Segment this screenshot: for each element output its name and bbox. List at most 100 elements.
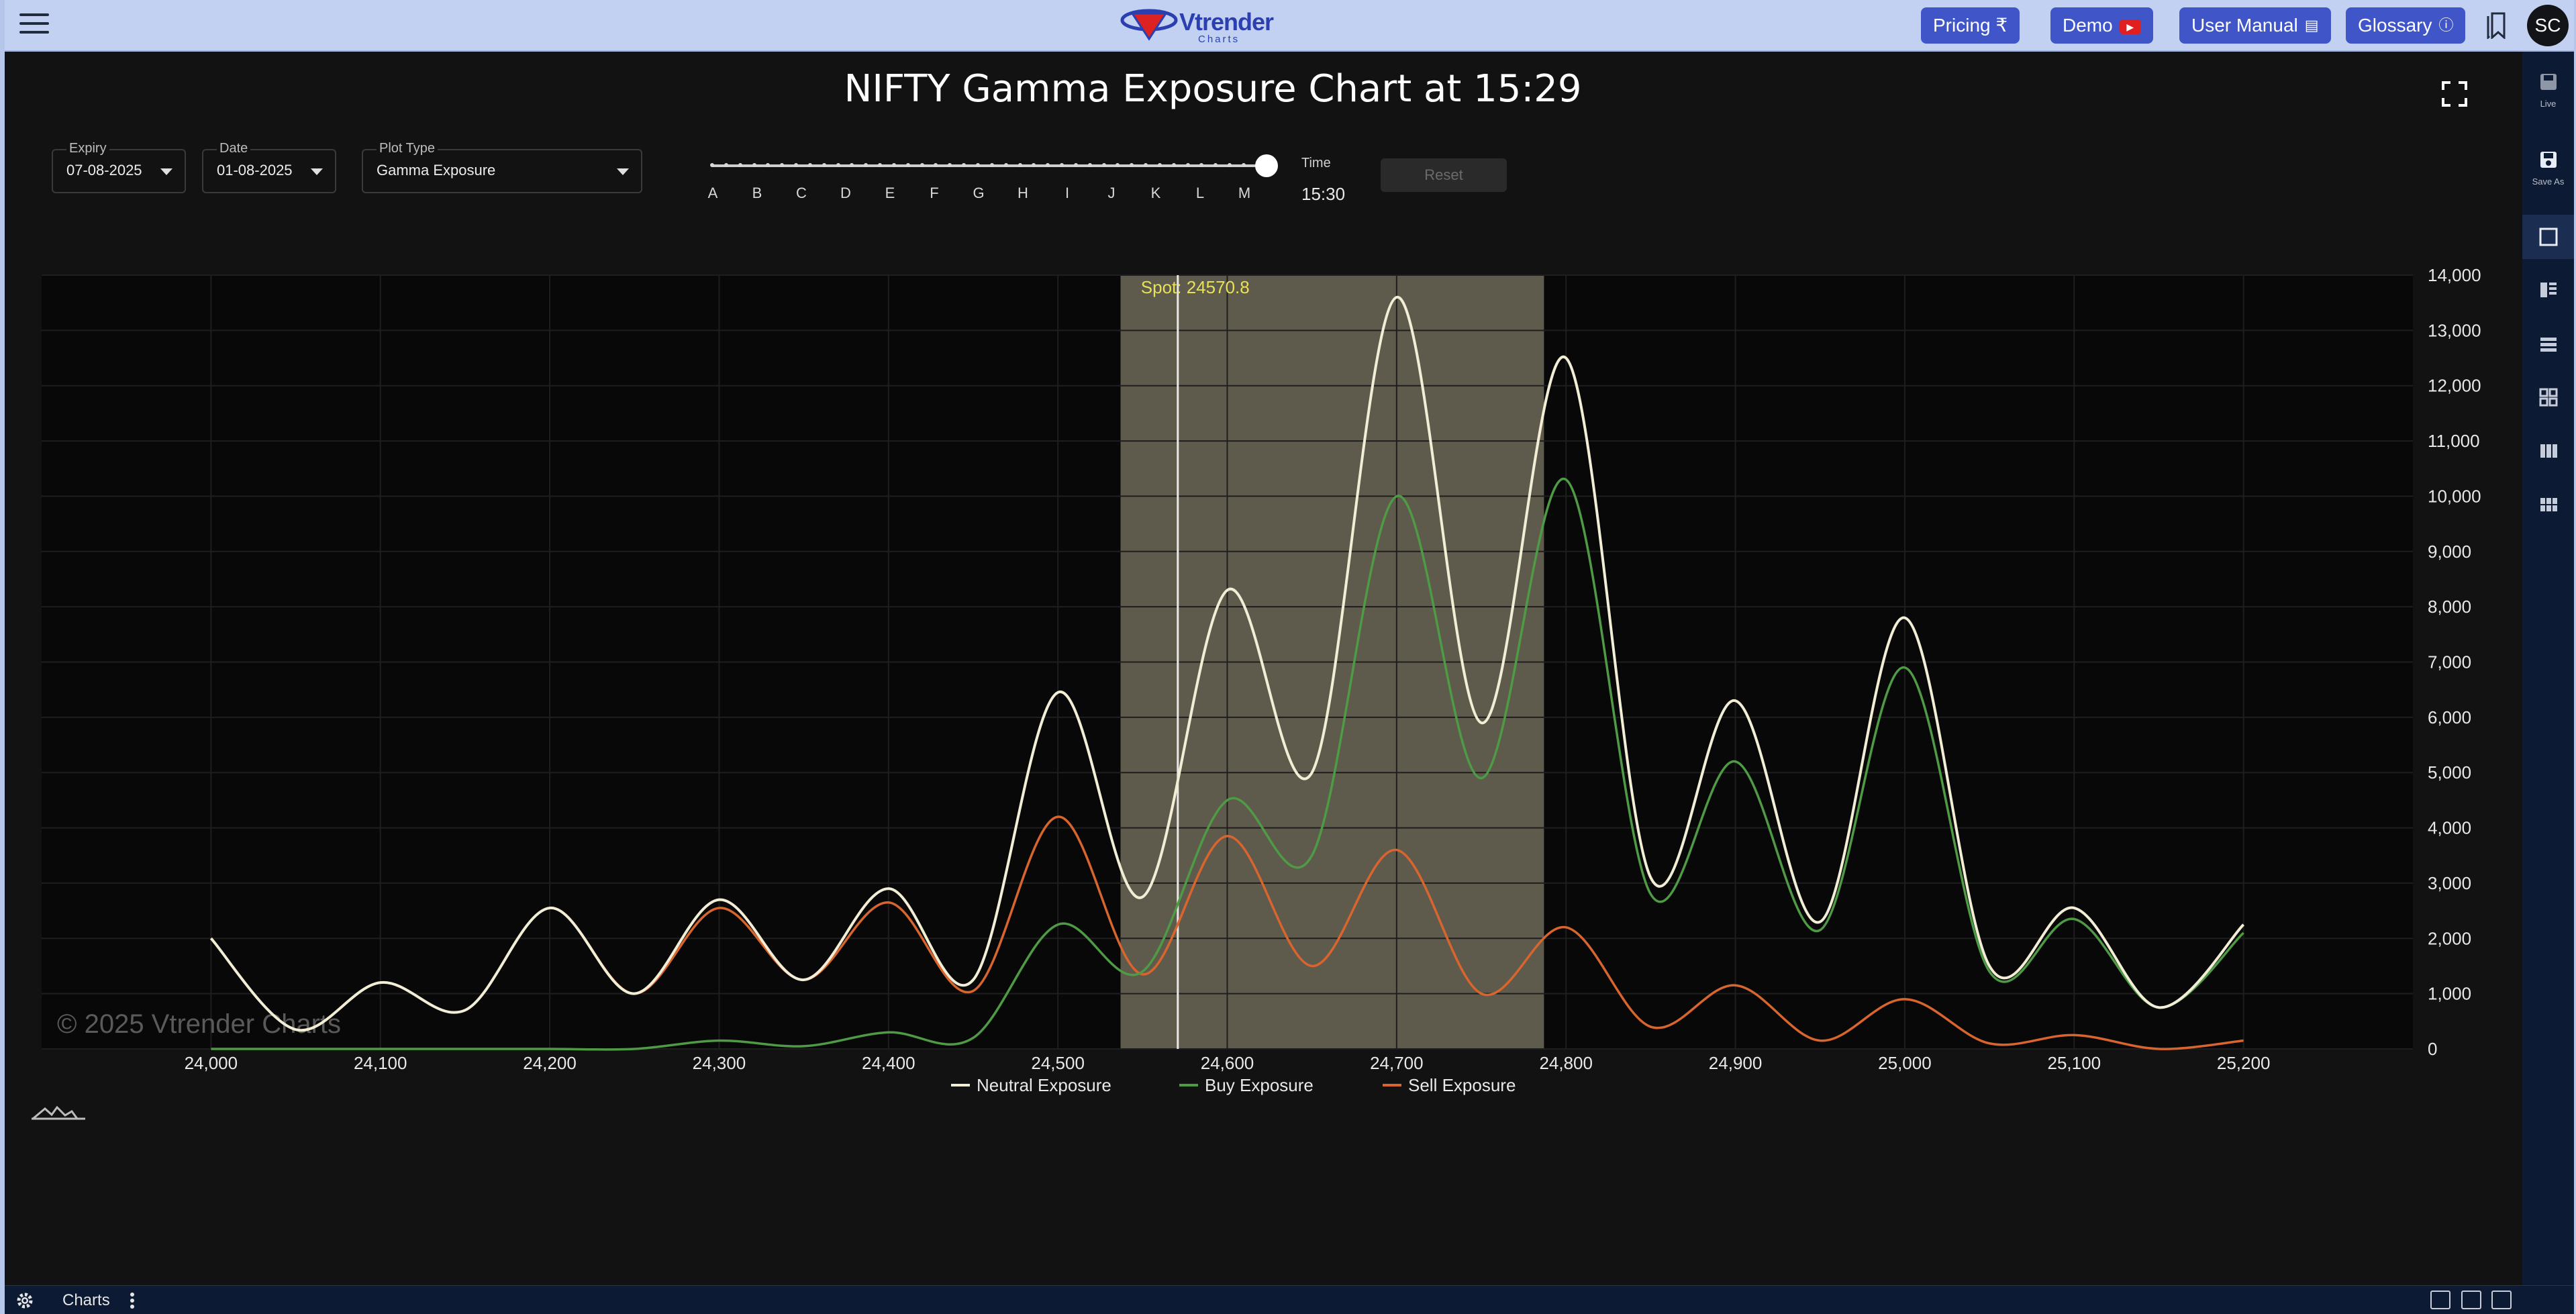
slider-tick — [976, 163, 980, 167]
pricing-button[interactable]: Pricing ₹ — [1921, 7, 2020, 44]
logo-mark-icon — [1120, 9, 1178, 41]
layout-rows-button[interactable] — [2522, 334, 2574, 356]
x-tick-label: 24,700 — [1370, 1053, 1424, 1073]
save-icon — [2540, 152, 2557, 168]
time-label: Time — [1301, 156, 1331, 170]
image-icon[interactable] — [2461, 1291, 2481, 1309]
document-icon: ▤ — [2304, 17, 2319, 34]
y-tick-label: 0 — [2428, 1039, 2437, 1059]
spot-label: Spot: 24570.8 — [1141, 277, 1250, 297]
slider-tick — [1060, 163, 1064, 167]
legend-item: Neutral Exposure — [977, 1075, 1111, 1095]
y-tick-label: 11,000 — [2428, 431, 2480, 451]
time-value: 15:30 — [1301, 184, 1346, 204]
gear-icon[interactable] — [15, 1291, 34, 1310]
expiry-select[interactable]: Expiry 07-08-2025 — [52, 141, 186, 193]
save-as-label: Save As — [2532, 176, 2565, 187]
live-label: Live — [2540, 99, 2557, 109]
kebab-menu-icon[interactable] — [130, 1291, 135, 1310]
chevron-down-icon — [617, 168, 629, 175]
mountain-chart-icon — [32, 1105, 85, 1120]
slider-label: K — [1150, 185, 1161, 201]
x-tick-label: 24,400 — [862, 1053, 915, 1073]
slider-tick — [822, 163, 826, 167]
y-tick-label: 1,000 — [2428, 984, 2471, 1004]
hamburger-menu-icon[interactable] — [19, 13, 49, 36]
y-tick-label: 2,000 — [2428, 928, 2471, 948]
slider-tick — [794, 163, 799, 167]
x-tick-label: 24,000 — [185, 1053, 238, 1073]
fullscreen-icon[interactable] — [2441, 81, 2468, 107]
y-tick-label: 8,000 — [2428, 597, 2471, 617]
slider-label: F — [930, 185, 939, 201]
chart-svg: © 2025 Vtrender Charts Spot: 24570.8 0 1,00… — [32, 265, 2481, 1120]
slider-label: D — [840, 185, 851, 201]
slider-tick — [710, 163, 714, 167]
layout-single-icon — [2539, 228, 2557, 246]
slider-tick — [738, 163, 742, 167]
avatar[interactable]: SC — [2527, 5, 2569, 46]
user-manual-button[interactable]: User Manual ▤ — [2179, 7, 2331, 44]
date-select[interactable]: Date 01-08-2025 — [202, 141, 336, 193]
y-tick-label: 3,000 — [2428, 873, 2471, 893]
bookmark-icon[interactable] — [2487, 12, 2506, 39]
slider-label: J — [1107, 185, 1116, 201]
app-window: Vtrender Charts Pricing ₹ Demo ▶ User Man… — [0, 0, 2576, 1314]
slider-label: L — [1195, 185, 1205, 201]
glossary-button[interactable]: Glossary ⓘ — [2346, 7, 2466, 44]
slider-tick — [1157, 163, 1162, 167]
slider-tick — [807, 163, 812, 167]
youtube-icon: ▶ — [2119, 19, 2141, 34]
floppy-live-icon — [2540, 74, 2557, 90]
x-tick-label: 24,300 — [693, 1053, 746, 1073]
slider-label: I — [1064, 185, 1070, 201]
x-tick-label: 24,600 — [1201, 1053, 1254, 1073]
demo-button[interactable]: Demo ▶ — [2050, 7, 2153, 44]
layout-single-button[interactable] — [2522, 215, 2574, 259]
layout-three-column-icon — [2540, 444, 2557, 458]
save-as-button[interactable]: Save As — [2522, 150, 2574, 187]
layout-columns-icon — [2540, 283, 2557, 297]
y-tick-label: 12,000 — [2428, 376, 2481, 396]
slider-tick — [1185, 163, 1190, 167]
layout-six-grid-button[interactable] — [2522, 495, 2574, 517]
demo-label: Demo — [2063, 15, 2113, 36]
slider-label: A — [707, 185, 718, 201]
time-slider-thumb[interactable] — [1255, 154, 1278, 177]
slider-tick — [1073, 163, 1078, 167]
plot-type-value: Gamma Exposure — [377, 162, 496, 179]
plot-type-select[interactable]: Plot Type Gamma Exposure — [362, 141, 642, 193]
slider-tick — [989, 163, 994, 167]
right-toolbar: Live Save As — [2522, 52, 2574, 1285]
layout-two-column-button[interactable] — [2522, 280, 2574, 303]
y-tick-label: 13,000 — [2428, 320, 2481, 340]
date-value: 01-08-2025 — [217, 162, 293, 179]
logo[interactable]: Vtrender Charts — [1119, 4, 1274, 48]
live-button[interactable]: Live — [2522, 72, 2574, 109]
reset-button[interactable]: Reset — [1381, 158, 1507, 192]
slider-tick — [1087, 163, 1092, 167]
user-manual-label: User Manual — [2191, 15, 2298, 36]
slider-label: B — [752, 185, 762, 201]
layout-three-column-button[interactable] — [2522, 441, 2574, 464]
layout-six-grid-icon — [2540, 498, 2557, 511]
legend-item: Buy Exposure — [1205, 1075, 1314, 1095]
layout-rows-icon — [2540, 338, 2557, 352]
expiry-value: 07-08-2025 — [66, 162, 142, 179]
line-chart-icon[interactable] — [2430, 1291, 2450, 1309]
x-tick-label: 25,000 — [1878, 1053, 1932, 1073]
slider-tick — [752, 163, 756, 167]
layout-grid-icon — [2539, 388, 2557, 407]
pricing-label: Pricing ₹ — [1933, 15, 2008, 36]
charts-tab[interactable]: Charts — [62, 1291, 110, 1310]
slider-tick — [920, 163, 924, 167]
layout-grid-button[interactable] — [2522, 387, 2574, 410]
legend-item: Sell Exposure — [1408, 1075, 1516, 1095]
slider-tick — [905, 163, 910, 167]
slider-tick — [891, 163, 896, 167]
x-tick-label: 24,900 — [1709, 1053, 1763, 1073]
abc-icon[interactable] — [2491, 1291, 2512, 1309]
logo-text: Vtrender — [1179, 8, 1274, 36]
bottom-bar: Charts — [5, 1285, 2574, 1314]
y-tick-label: 7,000 — [2428, 652, 2471, 672]
